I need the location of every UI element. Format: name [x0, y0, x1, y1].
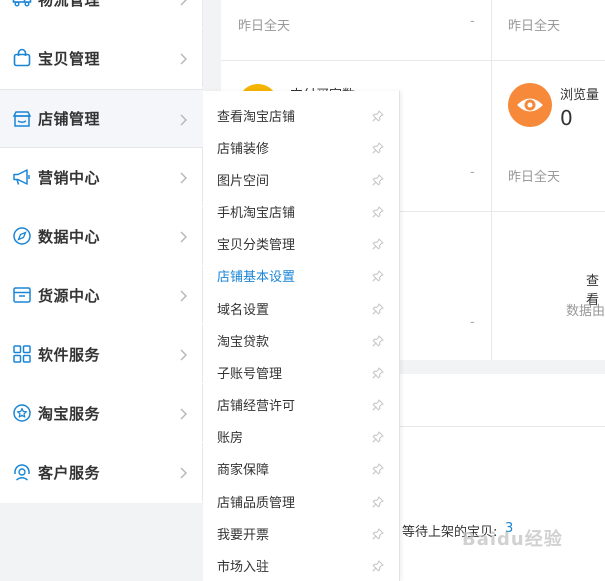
submenu-item-domain-settings[interactable]: 域名设置	[203, 292, 400, 324]
pin-icon[interactable]	[371, 333, 385, 347]
submenu-item-decoration[interactable]: 店铺装修	[203, 131, 400, 163]
submenu-item-market-entry[interactable]: 市场入驻	[203, 549, 400, 581]
stat-empty-dash: -	[470, 315, 475, 330]
pin-icon[interactable]	[371, 140, 385, 154]
sidebar-item-label: 店铺管理	[38, 110, 101, 128]
submenu-item-label: 账房	[217, 430, 244, 446]
chevron-right-icon	[176, 0, 190, 6]
submenu-item-category-management[interactable]: 宝贝分类管理	[203, 227, 400, 259]
pin-icon[interactable]	[371, 365, 385, 379]
submenu-item-label: 域名设置	[217, 302, 270, 318]
submenu-item-label: 图片空间	[217, 173, 270, 189]
chevron-right-icon	[176, 112, 190, 126]
pin-icon[interactable]	[371, 268, 385, 282]
megaphone-icon	[12, 167, 32, 187]
eye-icon	[508, 83, 552, 127]
submenu-item-label: 手机淘宝店铺	[217, 205, 296, 221]
pin-icon[interactable]	[371, 108, 385, 122]
sidebar-item-label: 营销中心	[38, 168, 101, 187]
stat-empty-dash: -	[470, 165, 475, 180]
sidebar: 物流管理 宝贝管理 店铺管理 营销中心 数据中心 货源中心	[0, 0, 203, 503]
stat-empty-dash: -	[470, 14, 475, 29]
submenu-item-sub-accounts[interactable]: 子账号管理	[203, 356, 400, 388]
submenu-item-basic-settings[interactable]: 店铺基本设置	[203, 259, 400, 291]
headset-icon	[12, 462, 32, 482]
pin-icon[interactable]	[371, 429, 385, 443]
submenu-item-quality-management[interactable]: 店铺品质管理	[203, 485, 400, 517]
chevron-right-icon	[176, 229, 190, 243]
pin-icon[interactable]	[371, 526, 385, 540]
submenu-item-mobile-store[interactable]: 手机淘宝店铺	[203, 195, 400, 227]
submenu-item-label: 店铺品质管理	[217, 495, 296, 511]
store-management-flyout: 查看淘宝店铺 店铺装修 图片空间 手机淘宝店铺 宝贝分类管理 店铺基本设置 域名…	[203, 91, 400, 581]
submenu-item-invoice[interactable]: 我要开票	[203, 517, 400, 549]
sidebar-item-logistics[interactable]: 物流管理	[0, 0, 203, 29]
stat-caption-yesterday: 昨日全天	[508, 19, 561, 34]
sidebar-item-marketing[interactable]: 营销中心	[0, 148, 203, 207]
sidebar-item-data-center[interactable]: 数据中心	[0, 207, 203, 266]
pin-icon[interactable]	[371, 494, 385, 508]
sidebar-item-label: 数据中心	[38, 227, 101, 246]
submenu-item-merchant-guarantee[interactable]: 商家保障	[203, 452, 400, 484]
submenu-item-label: 宝贝分类管理	[217, 237, 296, 253]
chevron-right-icon	[176, 51, 190, 65]
submenu-item-label: 商家保障	[217, 462, 270, 478]
stat-caption-yesterday: 昨日全天	[508, 170, 561, 185]
sidebar-item-label: 货源中心	[38, 286, 101, 305]
views-value: 0	[560, 106, 573, 130]
sidebar-item-software[interactable]: 软件服务	[0, 325, 203, 384]
submenu-item-label: 我要开票	[217, 527, 270, 543]
chevron-right-icon	[176, 170, 190, 184]
stats-divider-row-1	[221, 60, 605, 61]
submenu-item-label: 店铺基本设置	[217, 269, 296, 285]
sidebar-item-store[interactable]: 店铺管理	[0, 89, 203, 148]
storefront-icon	[12, 109, 32, 129]
submenu-item-label: 店铺经营许可	[217, 398, 296, 414]
pin-icon[interactable]	[371, 461, 385, 475]
submenu-item-view-store[interactable]: 查看淘宝店铺	[203, 99, 400, 131]
pin-icon[interactable]	[371, 236, 385, 250]
data-source-note: 数据由	[566, 304, 605, 319]
chevron-right-icon	[176, 288, 190, 302]
bottom-panel-divider	[400, 426, 605, 427]
chevron-right-icon	[176, 347, 190, 361]
pin-icon[interactable]	[371, 397, 385, 411]
stat-caption-yesterday: 昨日全天	[238, 19, 291, 34]
submenu-item-label: 淘宝贷款	[217, 334, 270, 350]
sidebar-item-supply[interactable]: 货源中心	[0, 266, 203, 325]
submenu-item-taobao-loan[interactable]: 淘宝贷款	[203, 324, 400, 356]
sidebar-item-customer-service[interactable]: 客户服务	[0, 443, 203, 502]
pin-icon[interactable]	[371, 301, 385, 315]
sidebar-item-label: 淘宝服务	[38, 404, 101, 423]
archive-box-icon	[12, 285, 32, 305]
submenu-item-accounts-room[interactable]: 账房	[203, 420, 400, 452]
shopping-bag-icon	[12, 48, 32, 68]
sidebar-item-label: 物流管理	[38, 0, 100, 10]
submenu-item-label: 市场入驻	[217, 559, 270, 575]
pin-icon[interactable]	[371, 204, 385, 218]
submenu-item-label: 店铺装修	[217, 141, 270, 157]
pin-icon[interactable]	[371, 172, 385, 186]
sidebar-item-label: 客户服务	[38, 463, 101, 482]
submenu-item-business-license[interactable]: 店铺经营许可	[203, 388, 400, 420]
baidu-watermark: Baidu经验	[462, 529, 563, 550]
submenu-item-label: 子账号管理	[217, 366, 283, 382]
views-label: 浏览量	[560, 88, 600, 103]
truck-icon	[12, 0, 32, 9]
compass-icon	[12, 226, 32, 246]
submenu-item-image-space[interactable]: 图片空间	[203, 163, 400, 195]
stats-divider-vertical	[491, 0, 492, 360]
submenu-item-label: 查看淘宝店铺	[217, 109, 296, 125]
sidebar-item-label: 软件服务	[38, 345, 101, 364]
sidebar-item-taobao-services[interactable]: 淘宝服务	[0, 384, 203, 443]
app-grid-icon	[12, 344, 32, 364]
sidebar-item-products[interactable]: 宝贝管理	[0, 29, 203, 88]
chevron-right-icon	[176, 406, 190, 420]
chevron-right-icon	[176, 465, 190, 479]
pin-icon[interactable]	[371, 558, 385, 572]
sidebar-item-label: 宝贝管理	[38, 49, 101, 68]
star-badge-icon	[12, 403, 32, 423]
